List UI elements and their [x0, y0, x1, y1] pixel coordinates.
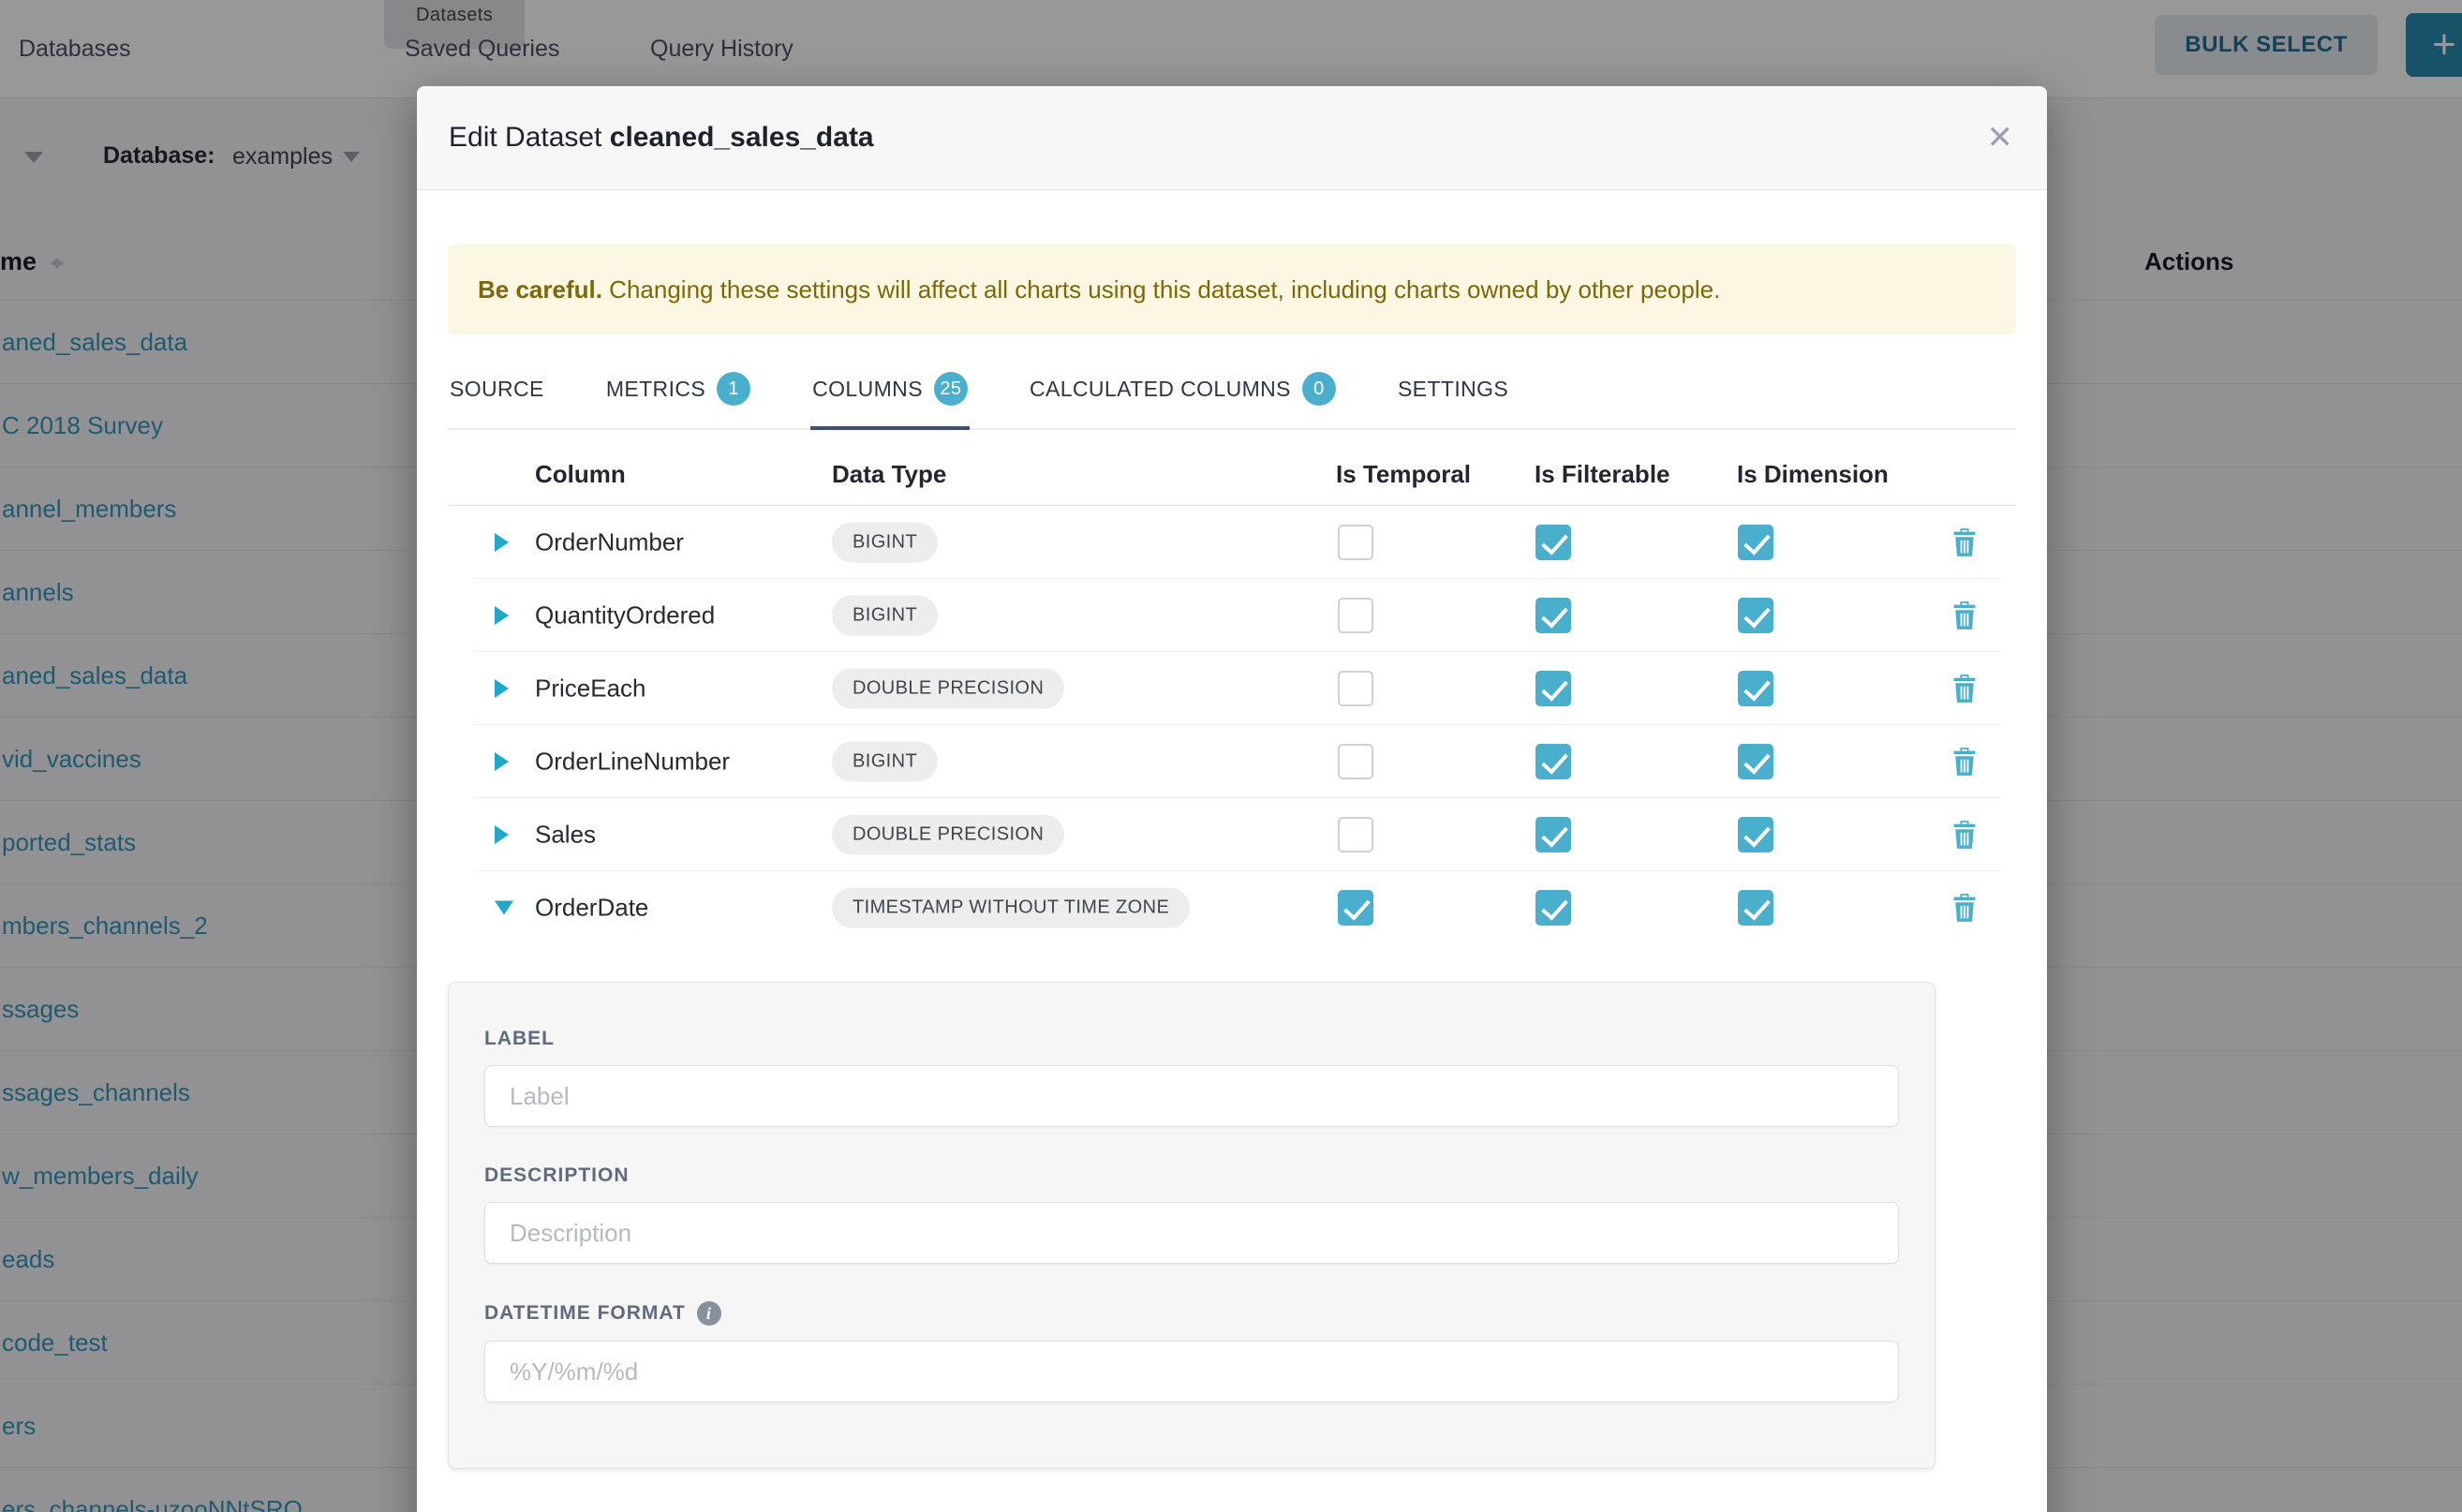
is-filterable-checkbox[interactable] [1535, 525, 1571, 560]
datetime-format-input[interactable] [484, 1341, 1899, 1402]
info-icon[interactable]: i [697, 1301, 721, 1326]
column-row: Sales DOUBLE PRECISION [448, 798, 2016, 871]
page: Databases Datasets Saved Queries Query H… [0, 0, 2462, 1512]
modal-tabs: SOURCE METRICS1 COLUMNS25 CALCULATED COL… [448, 355, 2016, 430]
trash-icon[interactable] [1951, 893, 1978, 923]
chevron-right-icon[interactable] [495, 752, 509, 771]
label-field-label: LABEL [484, 1028, 1899, 1050]
label-field-group: LABEL [484, 1028, 1899, 1127]
column-name: PriceEach [535, 674, 646, 704]
is-temporal-checkbox[interactable] [1338, 525, 1373, 560]
is-filterable-checkbox[interactable] [1535, 671, 1571, 706]
warning-banner: Be careful. Changing these settings will… [448, 245, 2016, 334]
header-is-dimension: Is Dimension [1737, 460, 1889, 489]
header-column: Column [535, 460, 626, 489]
trash-icon[interactable] [1951, 674, 1978, 704]
column-row: OrderNumber BIGINT [448, 506, 2016, 579]
data-type-pill: TIMESTAMP WITHOUT TIME ZONE [832, 888, 1190, 928]
description-field-group: DESCRIPTION [484, 1164, 1899, 1264]
is-filterable-checkbox[interactable] [1535, 744, 1571, 779]
header-data-type: Data Type [832, 460, 946, 489]
is-temporal-checkbox[interactable] [1338, 744, 1373, 779]
modal-title: Edit Dataset cleaned_sales_data [449, 122, 874, 154]
modal-body: Be careful. Changing these settings will… [417, 245, 2047, 1469]
column-name: OrderLineNumber [535, 748, 730, 777]
is-temporal-checkbox[interactable] [1338, 817, 1373, 852]
dataset-name: cleaned_sales_data [610, 122, 874, 153]
is-dimension-checkbox[interactable] [1738, 671, 1773, 706]
data-type-pill: DOUBLE PRECISION [832, 669, 1064, 709]
is-filterable-checkbox[interactable] [1535, 598, 1571, 633]
tab-calculated-columns[interactable]: CALCULATED COLUMNS0 [1028, 355, 1338, 430]
chevron-right-icon[interactable] [495, 825, 509, 844]
description-input[interactable] [484, 1202, 1899, 1264]
data-type-pill: DOUBLE PRECISION [832, 815, 1064, 855]
is-temporal-checkbox[interactable] [1338, 598, 1373, 633]
columns-table-header: Column Data Type Is Temporal Is Filterab… [448, 447, 2016, 506]
column-name: OrderNumber [535, 528, 684, 557]
column-name: QuantityOrdered [535, 601, 715, 630]
chevron-right-icon[interactable] [495, 679, 509, 698]
columns-table: Column Data Type Is Temporal Is Filterab… [448, 447, 2016, 944]
header-is-temporal: Is Temporal [1336, 460, 1471, 489]
data-type-pill: BIGINT [832, 742, 938, 782]
data-type-pill: BIGINT [832, 523, 938, 563]
tab-metrics[interactable]: METRICS1 [604, 355, 752, 430]
trash-icon[interactable] [1951, 527, 1978, 557]
column-row: OrderLineNumber BIGINT [448, 725, 2016, 798]
column-name: OrderDate [535, 894, 648, 923]
is-dimension-checkbox[interactable] [1738, 817, 1773, 852]
edit-dataset-modal: Edit Dataset cleaned_sales_data ✕ Be car… [417, 86, 2047, 1512]
header-is-filterable: Is Filterable [1535, 460, 1670, 489]
trash-icon[interactable] [1951, 600, 1978, 630]
column-name: Sales [535, 821, 596, 850]
is-temporal-checkbox[interactable] [1338, 890, 1373, 926]
calculated-columns-count-badge: 0 [1302, 372, 1336, 406]
close-icon[interactable]: ✕ [1987, 122, 2014, 154]
warning-bold: Be careful. [478, 275, 602, 304]
column-row: OrderDate TIMESTAMP WITHOUT TIME ZONE [448, 871, 2016, 944]
columns-table-rows: OrderNumber BIGINT QuantityOrdered BIGINT Pr… [448, 506, 2016, 944]
trash-icon[interactable] [1951, 820, 1978, 850]
warning-text: Changing these settings will affect all … [602, 275, 1720, 304]
chevron-right-icon[interactable] [495, 606, 509, 625]
label-input[interactable] [484, 1065, 1899, 1127]
tab-columns[interactable]: COLUMNS25 [810, 355, 970, 430]
is-filterable-checkbox[interactable] [1535, 890, 1571, 926]
is-dimension-checkbox[interactable] [1738, 525, 1773, 560]
is-dimension-checkbox[interactable] [1738, 598, 1773, 633]
is-filterable-checkbox[interactable] [1535, 817, 1571, 852]
data-type-pill: BIGINT [832, 596, 938, 636]
is-dimension-checkbox[interactable] [1738, 890, 1773, 926]
column-row: PriceEach DOUBLE PRECISION [448, 652, 2016, 725]
column-row: QuantityOrdered BIGINT [448, 579, 2016, 652]
chevron-right-icon[interactable] [495, 533, 509, 552]
description-field-label: DESCRIPTION [484, 1164, 1899, 1187]
is-temporal-checkbox[interactable] [1338, 671, 1373, 706]
tab-source[interactable]: SOURCE [448, 355, 546, 430]
column-editor-panel: LABEL DESCRIPTION DATETIME FORMATi [448, 982, 1935, 1469]
modal-header: Edit Dataset cleaned_sales_data ✕ [417, 86, 2047, 190]
is-dimension-checkbox[interactable] [1738, 744, 1773, 779]
datetime-format-label: DATETIME FORMATi [484, 1301, 1899, 1326]
metrics-count-badge: 1 [717, 372, 750, 406]
trash-icon[interactable] [1951, 747, 1978, 777]
datetime-format-field-group: DATETIME FORMATi [484, 1301, 1899, 1402]
chevron-down-icon[interactable] [495, 901, 513, 915]
columns-count-badge: 25 [934, 372, 968, 406]
tab-settings[interactable]: SETTINGS [1396, 355, 1510, 430]
